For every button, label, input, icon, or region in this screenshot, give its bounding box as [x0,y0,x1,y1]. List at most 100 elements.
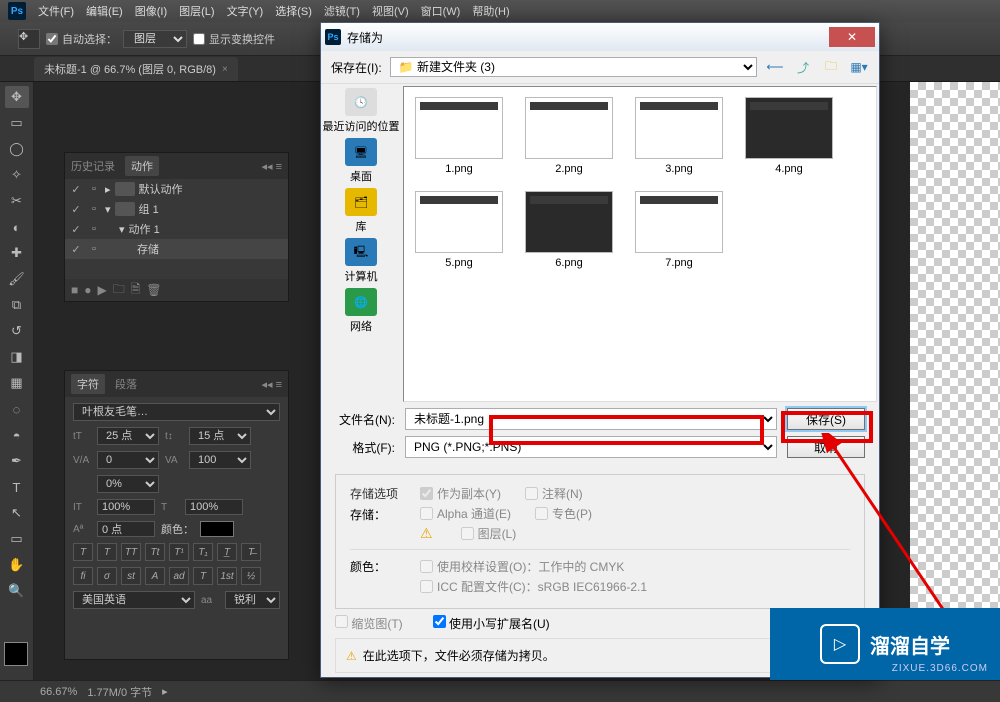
baseline-input[interactable] [97,521,155,537]
action-row-action1[interactable]: ✓▫▾动作 1 [65,219,288,239]
character-tab[interactable]: 字符 [71,374,105,394]
file-item[interactable]: 5.png [414,191,504,269]
new-set-icon[interactable]: 🗀 [113,280,125,301]
menu-view[interactable]: 视图(V) [372,3,409,19]
actions-tab[interactable]: 动作 [125,156,159,176]
foreground-color-swatch[interactable] [4,642,28,666]
shape-tool[interactable]: ▭ [5,528,29,550]
close-icon[interactable]: ✕ [829,27,875,47]
crop-tool[interactable]: ✂ [5,190,29,212]
subscript-button[interactable]: T₁ [193,543,213,561]
place-libraries[interactable]: 🗂库 [345,188,377,234]
stamp-tool[interactable]: ⧉ [5,294,29,316]
menu-file[interactable]: 文件(F) [38,3,74,19]
zoom-level[interactable]: 66.67% [40,686,77,698]
back-icon[interactable]: ⟵ [765,57,785,77]
close-tab-icon[interactable]: × [222,64,228,75]
antialias-select[interactable]: 锐利 [225,591,280,609]
stop-icon[interactable]: ■ [71,283,78,297]
tracking-select[interactable]: 100 [189,451,251,469]
up-icon[interactable]: ⤴ [793,57,813,77]
view-menu-icon[interactable]: ▦▾ [849,57,869,77]
format-select[interactable]: PNG (*.PNG;*.PNS) [405,436,777,458]
smallcaps-button[interactable]: Tt [145,543,165,561]
eraser-tool[interactable]: ◨ [5,346,29,368]
leading-select[interactable]: 15 点 [189,427,251,445]
zoom-tool[interactable]: 🔍 [5,580,29,602]
trash-icon[interactable]: 🗑 [146,283,161,297]
pen-tool[interactable]: ✒ [5,450,29,472]
kerning-select[interactable]: 0 [97,451,159,469]
brush-tool[interactable]: 🖌 [5,268,29,290]
underline-button[interactable]: T̲ [217,543,237,561]
tsume-select[interactable]: 0% [97,475,159,493]
menu-type[interactable]: 文字(Y) [227,3,264,19]
language-select[interactable]: 美国英语 [73,591,195,609]
opt-as-copy[interactable]: 作为副本(Y) [420,485,501,502]
save-button[interactable]: 保存(S) [787,408,865,430]
italic-button[interactable]: T [97,543,117,561]
vscale-input[interactable] [97,499,155,515]
opt-lowercase-ext[interactable]: 使用小写扩展名(U) [433,615,550,632]
place-desktop[interactable]: 🖥桌面 [345,138,377,184]
menu-filter[interactable]: 滤镜(T) [324,3,360,19]
cancel-button[interactable]: 取消 [787,436,865,458]
blur-tool[interactable]: ◌ [5,398,29,420]
dialog-titlebar[interactable]: Ps 存储为 ✕ [321,23,879,51]
dodge-tool[interactable]: ◓ [5,424,29,446]
place-network[interactable]: 🌐网络 [345,288,377,334]
new-action-icon[interactable]: 🗎 [131,280,141,301]
panel-menu-icon[interactable]: ◂◂ ≡ [261,378,282,391]
lasso-tool[interactable]: ◯ [5,138,29,160]
menu-select[interactable]: 选择(S) [275,3,312,19]
move-tool[interactable]: ✥ [5,86,29,108]
file-item[interactable]: 3.png [634,97,724,175]
opt-icc[interactable]: ICC 配置文件(C)：sRGB IEC61966-2.1 [420,578,647,595]
menu-window[interactable]: 窗口(W) [421,3,461,19]
eyedropper-tool[interactable]: ◐ [5,216,29,238]
folder-select[interactable]: 📁 新建文件夹 (3) [390,57,757,77]
show-transform-checkbox[interactable]: 显示变换控件 [193,31,275,47]
action-row-group[interactable]: ✓▫▾组 1 [65,199,288,219]
font-size-select[interactable]: 25 点 [97,427,159,445]
allcaps-button[interactable]: TT [121,543,141,561]
hand-tool[interactable]: ✋ [5,554,29,576]
play-icon[interactable]: ▶ [98,283,107,297]
auto-select-checkbox[interactable]: 自动选择： [46,31,117,47]
history-tab[interactable]: 历史记录 [71,158,115,174]
document-tab[interactable]: 未标题-1 @ 66.7% (图层 0, RGB/8) × [34,57,238,81]
action-row-default[interactable]: ✓▫▸默认动作 [65,179,288,199]
type-tool[interactable]: T [5,476,29,498]
marquee-tool[interactable]: ▭ [5,112,29,134]
strike-button[interactable]: T̶ [241,543,261,561]
record-icon[interactable]: ● [84,283,91,297]
place-computer[interactable]: 🖳计算机 [345,238,378,284]
move-tool-icon[interactable]: ✥ [18,29,40,49]
file-item[interactable]: 6.png [524,191,614,269]
file-item[interactable]: 4.png [744,97,834,175]
path-tool[interactable]: ↖ [5,502,29,524]
new-folder-icon[interactable]: 🗀 [821,57,841,77]
filename-input[interactable]: 未标题-1.png [405,408,777,430]
action-row-save[interactable]: ✓▫存储 [65,239,288,259]
file-list[interactable]: 1.png 2.png 3.png 4.png 5.png 6.png 7.pn… [403,86,877,402]
place-recent[interactable]: 🕓最近访问的位置 [323,88,400,134]
menu-layer[interactable]: 图层(L) [179,3,214,19]
menu-edit[interactable]: 编辑(E) [86,3,123,19]
hscale-input[interactable] [185,499,243,515]
menu-help[interactable]: 帮助(H) [472,3,509,19]
wand-tool[interactable]: ✧ [5,164,29,186]
font-family-select[interactable]: 叶根友毛笔… [73,403,280,421]
history-brush-tool[interactable]: ↺ [5,320,29,342]
auto-select-target-select[interactable]: 图层 [123,30,187,48]
superscript-button[interactable]: T¹ [169,543,189,561]
gradient-tool[interactable]: ▦ [5,372,29,394]
panel-menu-icon[interactable]: ◂◂ ≡ [261,160,282,173]
file-item[interactable]: 7.png [634,191,724,269]
file-item[interactable]: 1.png [414,97,504,175]
heal-tool[interactable]: ✚ [5,242,29,264]
menu-image[interactable]: 图像(I) [135,3,167,19]
file-item[interactable]: 2.png [524,97,614,175]
text-color-swatch[interactable] [200,521,234,537]
paragraph-tab[interactable]: 段落 [115,376,137,392]
